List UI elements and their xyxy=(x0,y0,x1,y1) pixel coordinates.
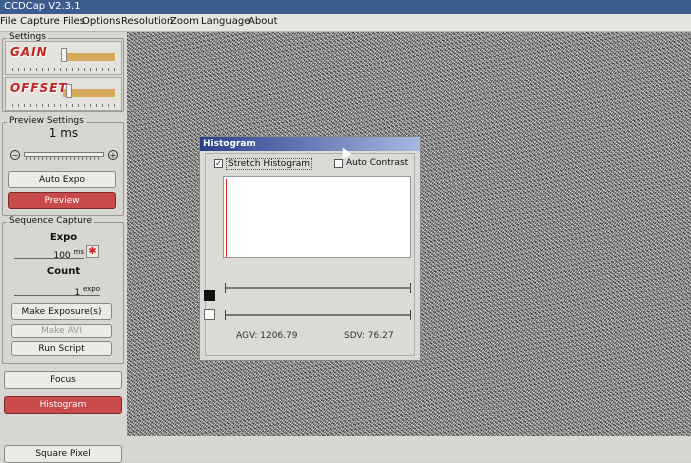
auto-expo-button[interactable]: Auto Expo xyxy=(8,171,116,188)
offset-ticks xyxy=(12,104,115,107)
white-level-swatch xyxy=(204,309,215,320)
offset-thumb[interactable] xyxy=(66,84,72,98)
white-slider-handle[interactable] xyxy=(225,310,226,320)
black-slider-end xyxy=(410,283,411,293)
histogram-title-bar[interactable]: Histogram xyxy=(200,137,420,151)
menu-zoom[interactable]: Zoom xyxy=(170,16,199,27)
make-avi-button[interactable]: Make AVI xyxy=(11,324,112,338)
square-pixel-button[interactable]: Square Pixel xyxy=(4,445,122,463)
histogram-button[interactable]: Histogram xyxy=(4,396,122,414)
menu-file[interactable]: File xyxy=(0,16,17,27)
white-level-slider[interactable] xyxy=(225,310,411,320)
gain-label: GAIN xyxy=(10,45,48,59)
expo-value: 100 xyxy=(53,251,71,261)
gain-slider[interactable]: GAIN xyxy=(5,41,122,75)
sdv-value: SDV: 76.27 xyxy=(344,331,394,341)
menu-resolution[interactable]: Resolution xyxy=(121,16,173,27)
expo-label: Expo xyxy=(49,232,78,243)
menu-options[interactable]: Options xyxy=(82,16,121,27)
preview-exposure-value: 1 ms xyxy=(48,126,79,140)
white-slider-end xyxy=(410,310,411,320)
stretch-histogram-checkbox[interactable]: ✓ xyxy=(214,159,223,168)
preview-button[interactable]: Preview xyxy=(8,192,116,209)
gain-ticks xyxy=(12,68,115,71)
gain-track xyxy=(63,53,115,61)
sequence-capture-label: Sequence Capture xyxy=(7,216,95,226)
menu-about[interactable]: About xyxy=(248,16,278,27)
black-slider-handle[interactable] xyxy=(225,283,226,293)
plus-icon[interactable]: + xyxy=(108,150,118,160)
menu-bar: File Capture Files Options Resolution Zo… xyxy=(0,14,691,32)
run-script-button[interactable]: Run Script xyxy=(11,341,112,356)
expo-unit: ms xyxy=(73,248,84,256)
histogram-title: Histogram xyxy=(203,139,256,149)
count-label: Count xyxy=(46,266,81,277)
preview-slider-ticks xyxy=(26,157,102,160)
count-value: 1 xyxy=(74,288,81,298)
offset-label: OFFSET xyxy=(10,81,68,95)
focus-button[interactable]: Focus xyxy=(4,371,122,389)
count-input[interactable]: 1 expo xyxy=(14,282,100,298)
menu-capture-files[interactable]: Capture Files xyxy=(20,16,85,27)
black-level-slider[interactable] xyxy=(225,283,411,293)
minus-icon[interactable]: − xyxy=(10,150,20,160)
auto-contrast-label: Auto Contrast xyxy=(346,158,409,168)
count-unit: expo xyxy=(82,285,100,293)
offset-slider[interactable]: OFFSET xyxy=(5,77,122,111)
auto-contrast-checkbox[interactable] xyxy=(334,159,343,168)
histogram-plot xyxy=(223,176,411,258)
expo-input[interactable]: 100 ms xyxy=(14,245,84,261)
control-panel: Settings GAIN OFFSET Preview Settings 1 … xyxy=(0,32,127,463)
histogram-peak-line xyxy=(226,179,227,257)
window-title: CCDCap V2.3.1 xyxy=(4,1,81,12)
expo-star-button[interactable]: ✱ xyxy=(86,245,99,258)
stretch-histogram-label: Stretch Histogram xyxy=(226,158,313,170)
preview-settings-label: Preview Settings xyxy=(7,116,86,126)
black-level-swatch xyxy=(204,290,215,301)
gain-thumb[interactable] xyxy=(61,48,67,62)
status-strip xyxy=(127,436,691,461)
menu-language[interactable]: Language xyxy=(201,16,250,27)
window-title-bar: CCDCap V2.3.1 xyxy=(0,0,691,14)
agv-value: AGV: 1206.79 xyxy=(236,331,298,341)
histogram-dialog: Histogram ✓ Stretch Histogram Auto Contr… xyxy=(199,136,421,361)
make-exposures-button[interactable]: Make Exposure(s) xyxy=(11,303,112,320)
